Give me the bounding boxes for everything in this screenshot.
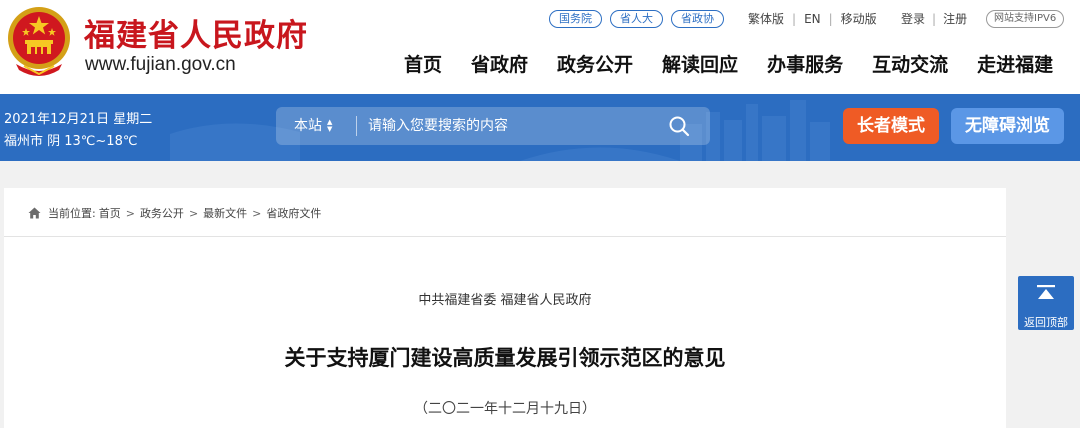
nav-item-government-affairs[interactable]: 政务公开 [557, 50, 633, 77]
banner: 2021年12月21日 星期二 福州市 阴 13℃~18℃ 本站 ▲▼ 长者模式… [0, 94, 1080, 161]
site-title[interactable]: 福建省人民政府 [84, 10, 308, 55]
breadcrumb-prefix: 当前位置: [48, 207, 96, 220]
article-card: 当前位置: 首页 > 政务公开 > 最新文件 > 省政府文件 中共福建省委 福建… [4, 188, 1006, 428]
gov-link-state-council[interactable]: 国务院 [549, 10, 602, 28]
nav-item-interaction[interactable]: 互动交流 [872, 50, 948, 77]
document-issuer: 中共福建省委 福建省人民政府 [418, 293, 592, 308]
site-url[interactable]: www.fujian.gov.cn [85, 54, 236, 76]
breadcrumb-item-government-affairs[interactable]: 政务公开 [140, 205, 184, 221]
breadcrumb: 当前位置: 首页 > 政务公开 > 最新文件 > 省政府文件 [28, 205, 321, 221]
login-link[interactable]: 登录 [901, 10, 925, 27]
nav-item-about-fujian[interactable]: 走进福建 [977, 50, 1053, 77]
gov-links: 国务院 省人大 省政协 [549, 10, 724, 28]
breadcrumb-item-latest-documents[interactable]: 最新文件 [203, 205, 247, 221]
breadcrumb-separator: > [188, 206, 199, 220]
gov-link-provincial-congress[interactable]: 省人大 [610, 10, 663, 28]
accessibility-button[interactable]: 无障碍浏览 [951, 108, 1064, 144]
nav-item-home[interactable]: 首页 [404, 50, 442, 77]
divider: | [932, 11, 937, 26]
traditional-chinese-link[interactable]: 繁体版 [748, 10, 784, 27]
nav-item-interpretation[interactable]: 解读回应 [662, 50, 738, 77]
back-to-top-label: 返回顶部 [1024, 316, 1068, 329]
search-scope-label: 本站 [294, 118, 322, 134]
search-input[interactable] [368, 116, 648, 136]
login-links: 登录 | 注册 [901, 10, 967, 27]
util-links: 繁体版 | EN | 移动版 [748, 10, 877, 27]
divider: | [828, 11, 833, 26]
elder-mode-button[interactable]: 长者模式 [843, 108, 939, 144]
arrow-up-icon [1037, 285, 1055, 299]
divider: | [792, 11, 797, 26]
main-nav: 首页 省政府 政务公开 解读回应 办事服务 互动交流 走进福建 [404, 50, 1053, 77]
search-bar: 本站 ▲ ▼ [276, 107, 710, 145]
breadcrumb-separator: > [252, 206, 262, 220]
site-header: 福建省人民政府 www.fujian.gov.cn 国务院 省人大 省政协 繁体… [0, 0, 1080, 94]
breadcrumb-separator: > [125, 206, 135, 220]
ipv6-badge: 网站支持IPV6 [986, 10, 1065, 28]
current-date: 2021年12月21日 星期二 [4, 112, 153, 127]
breadcrumb-item-home[interactable]: 首页 [99, 205, 121, 221]
nav-item-services[interactable]: 办事服务 [767, 50, 843, 77]
back-to-top-button[interactable]: 返回顶部 [1018, 276, 1074, 330]
weather-info: 福州市 阴 13℃~18℃ [4, 134, 138, 149]
nav-item-provincial-government[interactable]: 省政府 [471, 50, 528, 77]
national-emblem-icon[interactable] [4, 4, 74, 78]
divider [356, 116, 357, 136]
gov-link-cppcc[interactable]: 省政协 [671, 10, 724, 28]
sort-arrows-icon: ▲ ▼ [327, 118, 333, 133]
search-scope-select[interactable]: 本站 ▲ ▼ [294, 107, 332, 145]
breadcrumb-item-provincial-documents[interactable]: 省政府文件 [266, 205, 321, 221]
english-link[interactable]: EN [804, 12, 821, 26]
document-title: 关于支持厦门建设高质量发展引领示范区的意见 [284, 346, 726, 370]
register-link[interactable]: 注册 [943, 10, 967, 27]
home-icon [28, 207, 41, 219]
divider [4, 236, 1006, 237]
document-date: （二〇二一年十二月十九日） [414, 401, 596, 417]
mobile-link[interactable]: 移动版 [841, 10, 877, 27]
search-icon[interactable] [668, 115, 690, 137]
